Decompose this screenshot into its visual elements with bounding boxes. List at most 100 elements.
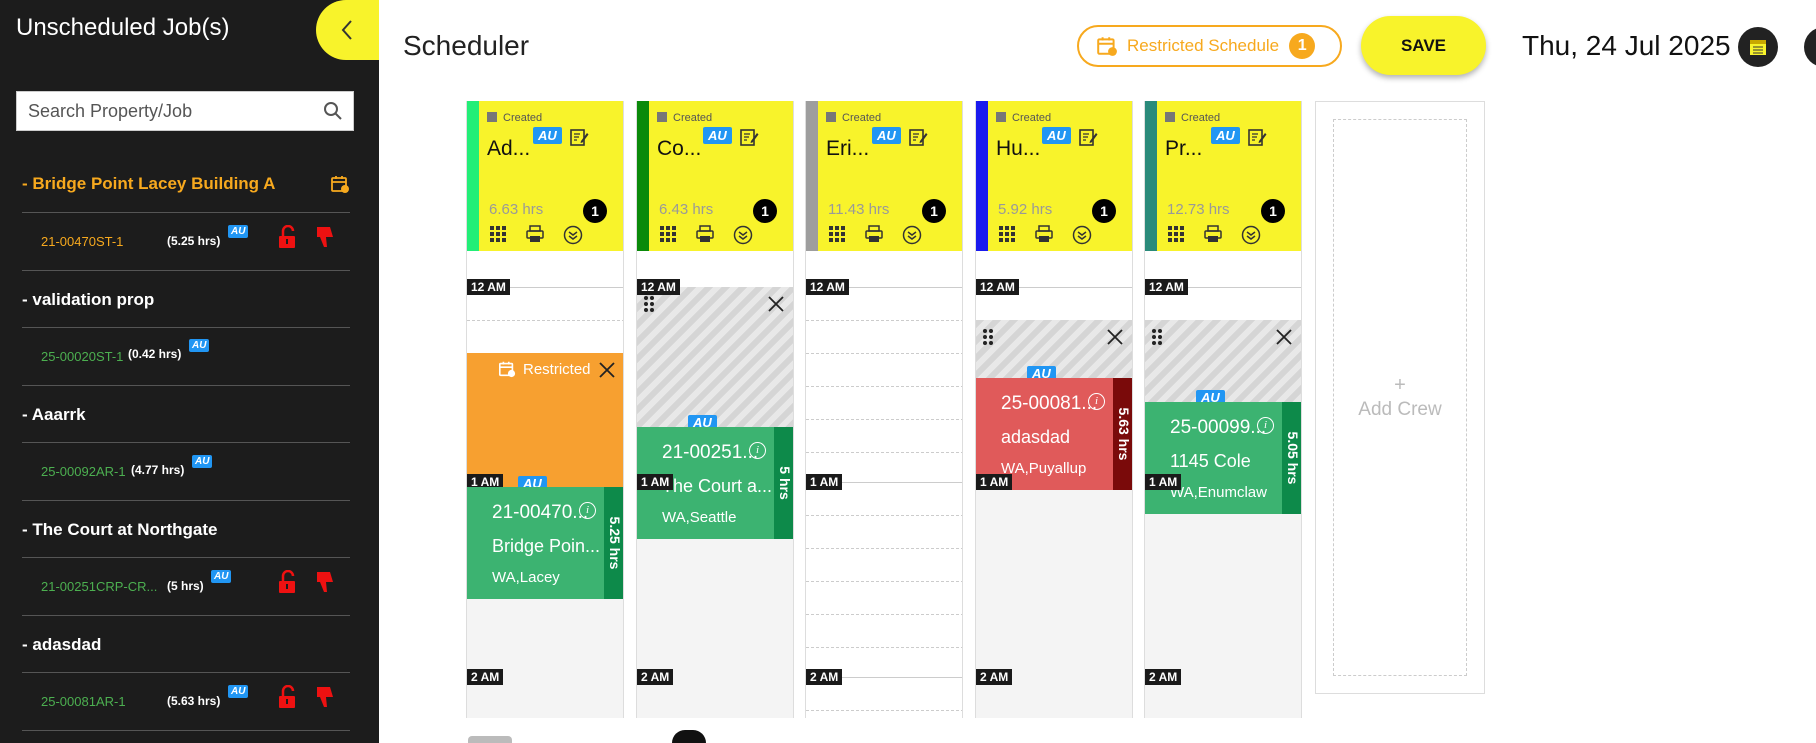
job-duration-bar: 5.63 hrs (1113, 378, 1132, 490)
job-duration: 5.05 hrs (1284, 431, 1301, 485)
edit-icon[interactable] (569, 127, 589, 147)
expand-circle-icon[interactable] (563, 225, 583, 245)
save-button[interactable]: SAVE (1361, 16, 1486, 75)
unscheduled-job-row[interactable]: 25-00092AR-1 (4.77 hrs) AU (0, 443, 350, 500)
unlock-icon[interactable] (276, 225, 298, 249)
restricted-schedule-button[interactable]: Restricted Schedule 1 (1077, 25, 1342, 67)
calendar-button[interactable] (1738, 27, 1778, 67)
crew-job-count: 1 (1261, 199, 1285, 223)
crew-job-count: 1 (1092, 199, 1116, 223)
scheduled-job-card[interactable]: 21-00470... i Bridge Poin... WA,Lacey 5.… (467, 487, 623, 599)
crew-header[interactable]: Created Co... AU 6.43 hrs 1 (637, 101, 793, 251)
crew-header[interactable]: Created Ad... AU 6.63 hrs 1 (467, 101, 623, 251)
info-icon[interactable]: i (579, 502, 596, 519)
unscheduled-jobs-sidebar: Unscheduled Job(s) - Bridge Point Lacey … (0, 0, 379, 743)
crew-status: Created (657, 112, 712, 124)
edit-icon[interactable] (1247, 127, 1267, 147)
drag-handle-icon[interactable] (643, 295, 655, 313)
crew-column: Created Hu... AU 5.92 hrs 1 12 AM AU 25-… (975, 101, 1133, 718)
expand-circle-icon[interactable] (733, 225, 753, 245)
close-icon[interactable] (598, 361, 616, 379)
print-icon[interactable] (696, 225, 714, 243)
unscheduled-job-row[interactable]: 25-00020ST-1 (0.42 hrs) AU (0, 328, 350, 385)
unscheduled-job-row[interactable]: 21-00470ST-1 (5.25 hrs) AU (0, 213, 350, 270)
unlock-icon[interactable] (276, 685, 298, 709)
print-icon[interactable] (1204, 225, 1222, 243)
expand-circle-icon[interactable] (1241, 225, 1261, 245)
crew-column: Created Eri... AU 11.43 hrs 1 12 AM 1 AM… (805, 101, 963, 718)
drag-handle-icon[interactable] (982, 328, 994, 346)
property-group-title[interactable]: - Aaarrk (22, 405, 86, 425)
crew-name: Hu... (996, 137, 1041, 160)
print-icon[interactable] (526, 225, 544, 243)
job-property: adasdad (1001, 427, 1071, 447)
divider (22, 500, 350, 501)
close-icon[interactable] (1275, 328, 1293, 346)
drag-handle-icon[interactable] (1151, 328, 1163, 346)
info-icon[interactable]: i (1257, 417, 1274, 434)
crew-color-bar (467, 101, 479, 251)
unlock-icon[interactable] (276, 570, 298, 594)
toggle-switch[interactable] (468, 736, 512, 743)
job-location: WA,Enumclaw (1170, 484, 1267, 501)
time-label-12am: 12 AM (637, 279, 680, 295)
crew-status: Created (487, 112, 542, 124)
restricted-block[interactable]: Restricted (467, 353, 623, 487)
search-input[interactable] (17, 92, 307, 130)
info-icon[interactable]: i (749, 442, 766, 459)
restricted-schedule-label: Restricted Schedule (1127, 36, 1280, 55)
info-icon[interactable]: i (1088, 393, 1105, 410)
collapse-sidebar-button[interactable] (316, 0, 379, 60)
close-icon[interactable] (767, 295, 785, 313)
round-button[interactable] (672, 730, 706, 743)
time-label-2am: 2 AM (976, 669, 1013, 685)
calendar-icon (1750, 40, 1766, 55)
print-icon[interactable] (865, 225, 883, 243)
thumbs-down-icon[interactable] (314, 225, 336, 249)
job-property: Bridge Poin... (492, 536, 601, 556)
scheduled-job-card[interactable]: 25-00099... i 1145 Cole WA,Enumclaw 5.05… (1145, 402, 1301, 514)
plus-icon: + (1394, 374, 1406, 396)
thumbs-down-icon[interactable] (314, 570, 336, 594)
expand-circle-icon[interactable] (902, 225, 922, 245)
crew-header[interactable]: Created Hu... AU 5.92 hrs 1 (976, 101, 1132, 251)
unscheduled-job-row[interactable]: 21-00251CRP-CR... (5 hrs) AU (0, 558, 350, 615)
travel-block[interactable] (637, 287, 793, 428)
time-label-1am: 1 AM (976, 474, 1013, 490)
quarter-line (806, 647, 962, 648)
add-crew-button[interactable]: + Add Crew (1333, 119, 1467, 676)
search-icon[interactable] (323, 101, 343, 121)
edit-icon[interactable] (908, 127, 928, 147)
edit-icon[interactable] (739, 127, 759, 147)
calendar-clock-icon[interactable] (330, 174, 350, 194)
crew-name: Eri... (826, 137, 870, 160)
property-group-title[interactable]: - Bridge Point Lacey Building A (22, 174, 275, 194)
divider (22, 615, 350, 616)
unscheduled-job-row[interactable]: 25-00081AR-1 (5.63 hrs) AU (0, 673, 350, 730)
next-day-button[interactable] (1804, 27, 1816, 67)
thumbs-down-icon[interactable] (314, 685, 336, 709)
time-label-2am: 2 AM (1145, 669, 1182, 685)
print-icon[interactable] (1035, 225, 1053, 243)
crew-header[interactable]: Created Pr... AU 12.73 hrs 1 (1145, 101, 1301, 251)
grid-icon[interactable] (489, 225, 507, 243)
close-icon[interactable] (1106, 328, 1124, 346)
quarter-line (806, 386, 962, 387)
grid-icon[interactable] (659, 225, 677, 243)
time-label-2am: 2 AM (637, 669, 674, 685)
property-group-title[interactable]: - The Court at Northgate (22, 520, 218, 540)
divider (22, 385, 350, 386)
property-group-title[interactable]: - adasdad (22, 635, 101, 655)
expand-circle-icon[interactable] (1072, 225, 1092, 245)
crew-column: Created Co... AU 6.43 hrs 1 12 AM AU 21-… (636, 101, 794, 718)
time-label-1am: 1 AM (806, 474, 843, 490)
crew-job-count: 1 (583, 199, 607, 223)
job-id: 25-00020ST-1 (41, 349, 124, 364)
property-group-title[interactable]: - validation prop (22, 290, 154, 310)
quarter-line (806, 614, 962, 615)
grid-icon[interactable] (828, 225, 846, 243)
crew-header[interactable]: Created Eri... AU 11.43 hrs 1 (806, 101, 962, 251)
grid-icon[interactable] (998, 225, 1016, 243)
edit-icon[interactable] (1078, 127, 1098, 147)
grid-icon[interactable] (1167, 225, 1185, 243)
